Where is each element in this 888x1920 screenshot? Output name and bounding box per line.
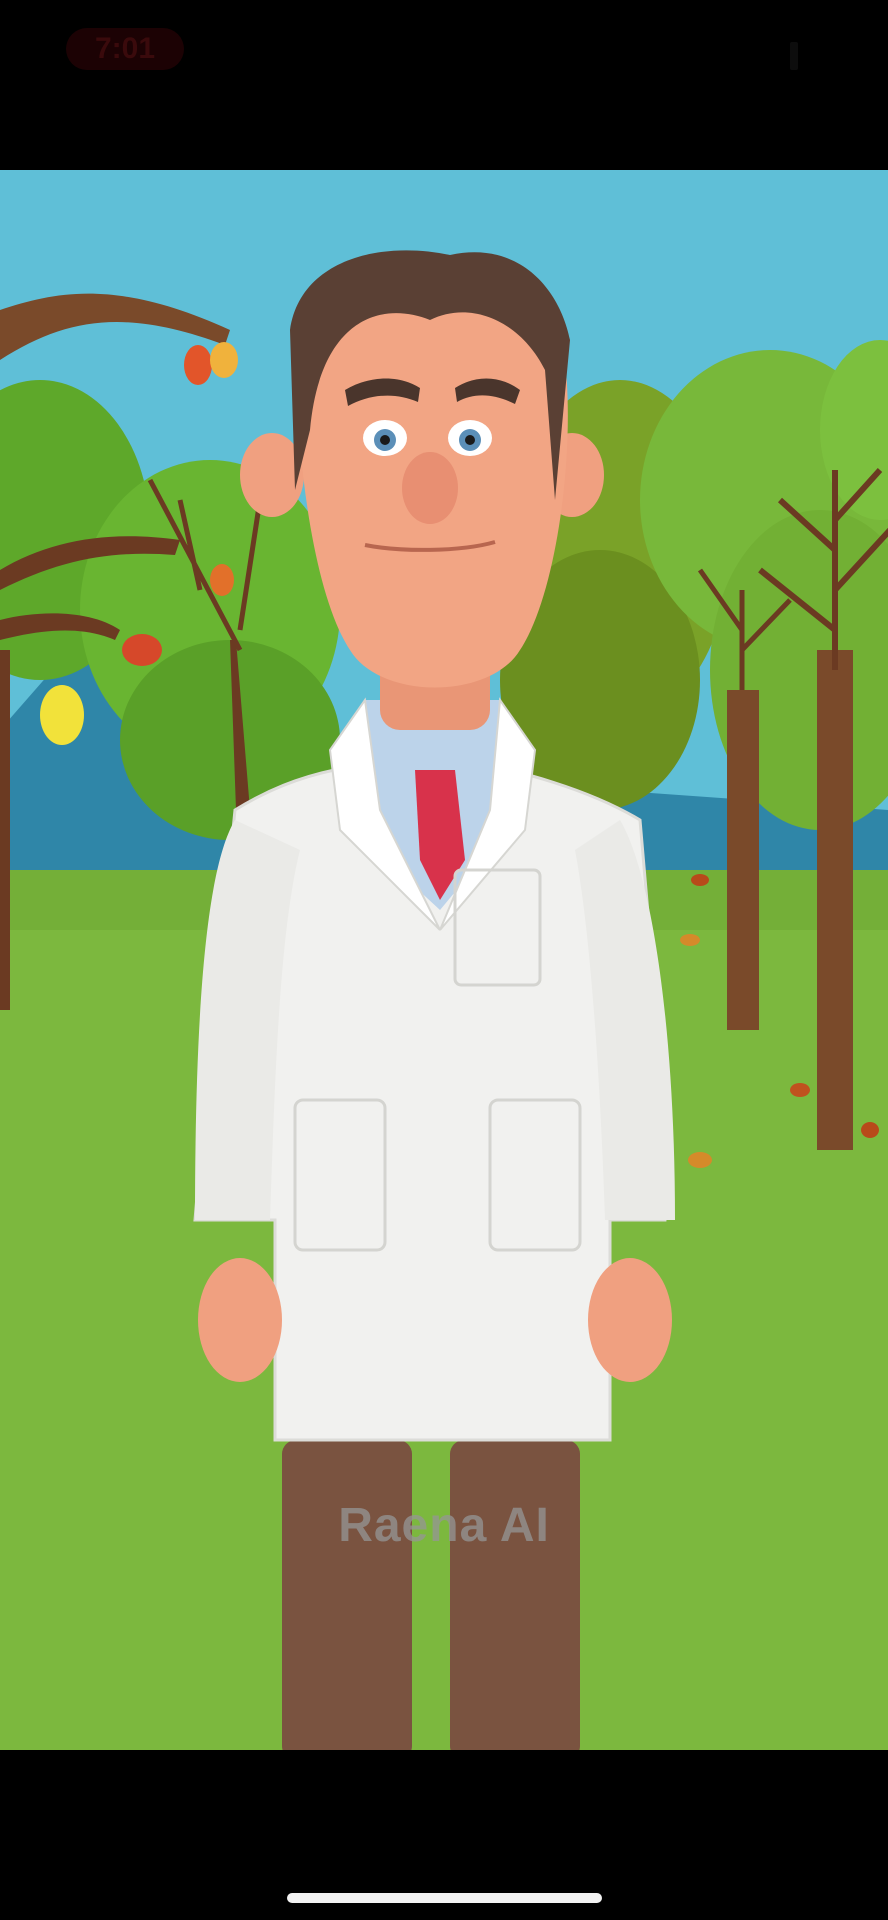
home-indicator[interactable] <box>287 1893 602 1903</box>
video-player[interactable]: Raena AI <box>0 170 888 1750</box>
bottom-bar <box>0 1750 888 1920</box>
watermark: Raena AI <box>338 1499 550 1552</box>
status-indicator <box>790 42 798 70</box>
status-bar: 7:01 <box>0 0 888 170</box>
status-time: 7:01 <box>66 28 184 70</box>
